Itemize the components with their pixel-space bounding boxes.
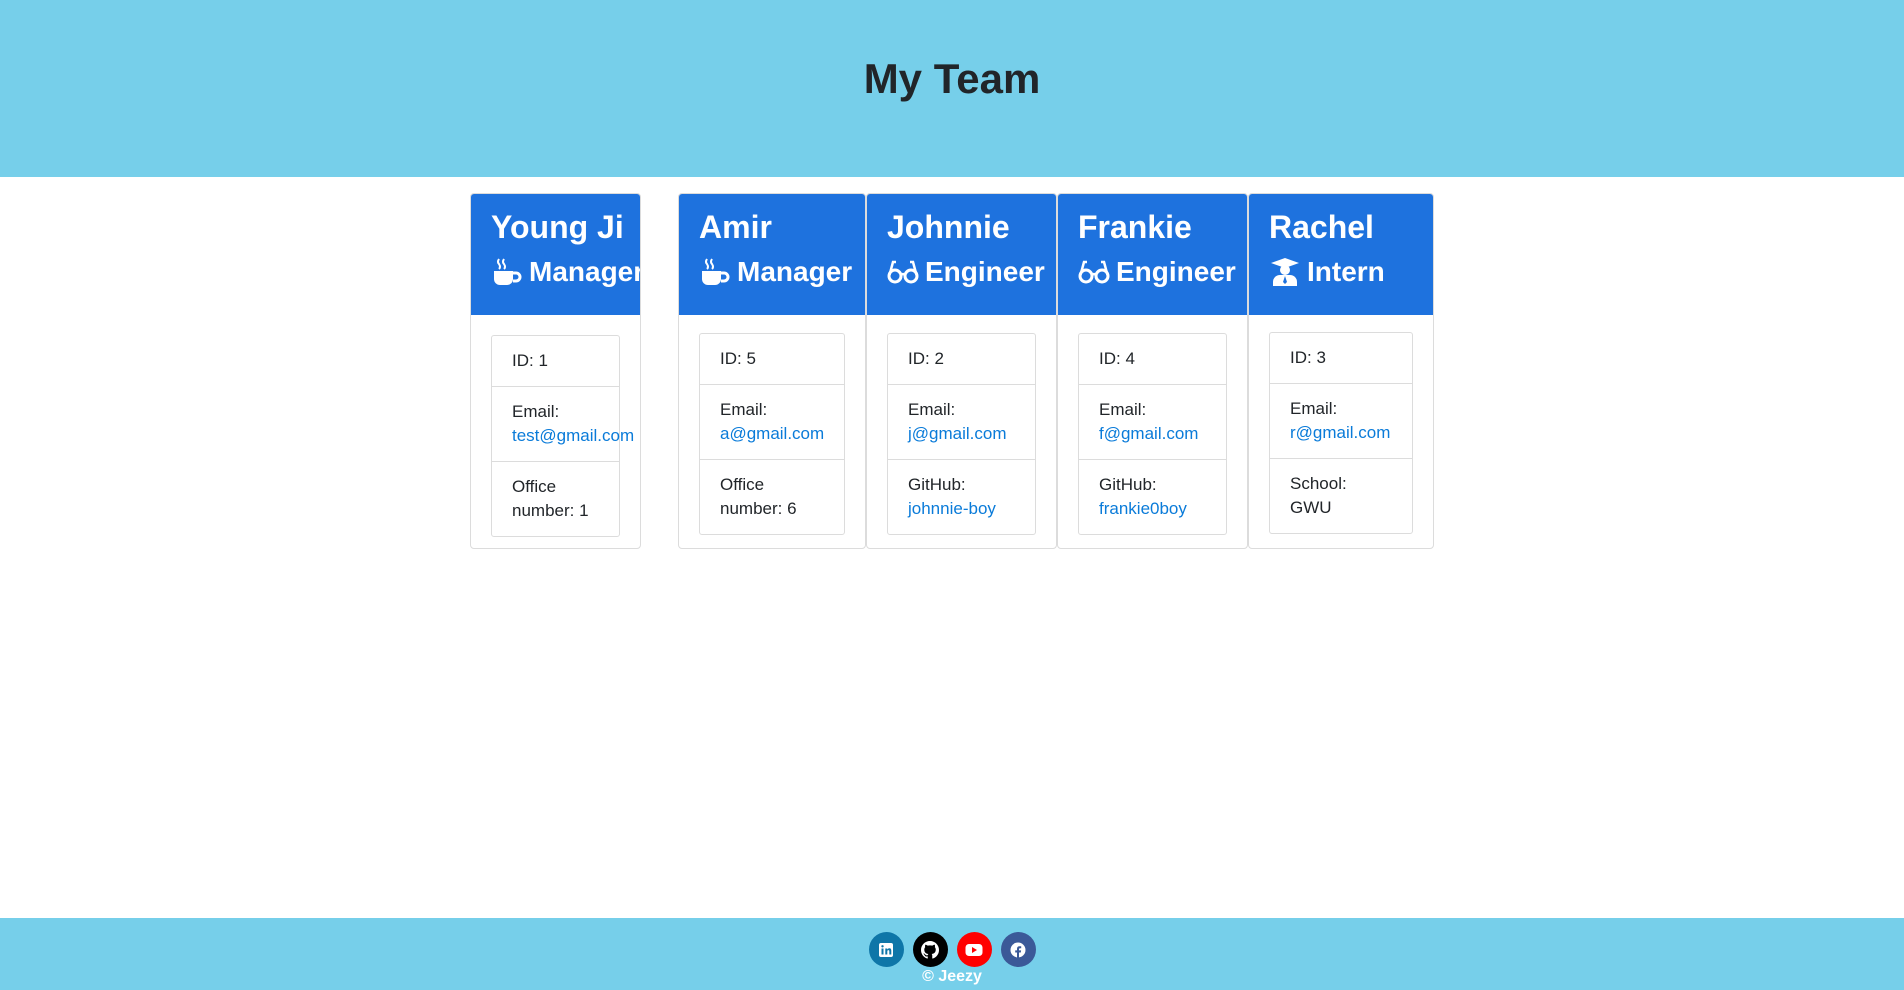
graduate-icon — [1271, 258, 1299, 286]
employee-id: ID: 1 — [512, 351, 548, 370]
github-row: GitHub: johnnie-boy — [888, 459, 1035, 534]
employee-name: Amir — [699, 209, 772, 245]
role-label: Engineer — [1116, 256, 1236, 287]
linkedin-icon[interactable] — [868, 932, 904, 967]
office-number: Office number: 6 — [700, 459, 844, 534]
email-link[interactable]: r@gmail.com — [1290, 423, 1390, 442]
employee-card: Amir Manager ID: 5 Email: a@gmail.com Of… — [678, 193, 866, 549]
page-header: My Team — [0, 0, 1904, 177]
employee-name: Young Ji — [491, 209, 624, 245]
employee-id: ID: 5 — [720, 349, 756, 368]
employee-card: Frankie Engineer ID: 4 Email: f@gmail.co… — [1057, 193, 1248, 549]
mug-icon — [494, 258, 522, 285]
details-list: ID: 1 Email: test@gmail.com Office numbe… — [491, 335, 634, 537]
youtube-icon[interactable] — [956, 932, 992, 967]
card-header: Amir Manager — [679, 194, 865, 315]
employee-role: Intern — [1269, 252, 1413, 292]
employee-name: Johnnie — [887, 209, 1010, 245]
github-icon[interactable] — [912, 932, 948, 967]
github-link[interactable]: johnnie-boy — [908, 499, 996, 518]
page-title: My Team — [863, 54, 1041, 102]
employee-email-row: Email: test@gmail.com — [492, 386, 634, 461]
role-label: Manager — [737, 256, 853, 287]
employee-id: ID: 3 — [1290, 348, 1326, 367]
glasses-icon — [1078, 260, 1110, 284]
card-header: Young Ji Manager — [471, 194, 640, 315]
employee-role: Engineer — [1078, 252, 1236, 292]
employee-email-row: Email: r@gmail.com — [1270, 383, 1412, 458]
email-label: Email: — [908, 400, 956, 419]
employee-id: ID: 2 — [908, 349, 944, 368]
card-header: Rachel Intern — [1249, 194, 1433, 315]
employee-card: Rachel Intern ID: 3 Email: r@gmail.com S… — [1248, 193, 1434, 549]
employee-id: ID: 4 — [1099, 349, 1135, 368]
email-link[interactable]: test@gmail.com — [512, 426, 634, 445]
details-list: ID: 4 Email: f@gmail.com GitHub: frankie… — [1078, 333, 1227, 535]
employee-role: Manager — [491, 252, 640, 292]
details-list: ID: 5 Email: a@gmail.com Office number: … — [699, 333, 845, 535]
employee-card: Young Ji Manager ID: 1 Email: test@gmail… — [470, 193, 641, 549]
email-link[interactable]: j@gmail.com — [908, 424, 1007, 443]
social-links — [0, 932, 1904, 967]
email-label: Email: — [720, 400, 768, 419]
employee-role: Engineer — [887, 252, 1045, 292]
details-list: ID: 2 Email: j@gmail.com GitHub: johnnie… — [887, 333, 1036, 535]
email-label: Email: — [512, 402, 560, 421]
github-link[interactable]: frankie0boy — [1099, 499, 1187, 518]
employee-email-row: Email: f@gmail.com — [1079, 384, 1226, 459]
employee-role: Manager — [699, 252, 852, 292]
role-label: Engineer — [925, 256, 1045, 287]
employee-card: Johnnie Engineer ID: 2 Email: j@gmail.co… — [866, 193, 1057, 549]
office-number: Office number: 1 — [492, 461, 619, 536]
card-header: Frankie Engineer — [1058, 194, 1247, 315]
team-cards: Young Ji Manager ID: 1 Email: test@gmail… — [470, 193, 1434, 549]
role-label: Manager — [529, 256, 641, 287]
email-link[interactable]: a@gmail.com — [720, 424, 824, 443]
facebook-icon[interactable] — [1000, 932, 1036, 967]
role-label: Intern — [1307, 256, 1385, 287]
email-label: Email: — [1099, 400, 1147, 419]
github-row: GitHub: frankie0boy — [1079, 459, 1226, 534]
email-link[interactable]: f@gmail.com — [1099, 424, 1198, 443]
github-label: GitHub: — [1099, 475, 1157, 494]
employee-name: Frankie — [1078, 209, 1192, 245]
employee-name: Rachel — [1269, 209, 1374, 245]
details-list: ID: 3 Email: r@gmail.com School: GWU — [1269, 332, 1413, 534]
email-label: Email: — [1290, 399, 1338, 418]
glasses-icon — [887, 260, 919, 284]
copyright-text: © Jeezy — [922, 968, 982, 985]
card-header: Johnnie Engineer — [867, 194, 1056, 315]
employee-email-row: Email: j@gmail.com — [888, 384, 1035, 459]
mug-icon — [702, 258, 730, 285]
employee-email-row: Email: a@gmail.com — [700, 384, 844, 459]
school: School: GWU — [1270, 458, 1412, 533]
page-footer: © Jeezy — [0, 918, 1904, 990]
github-label: GitHub: — [908, 475, 966, 494]
